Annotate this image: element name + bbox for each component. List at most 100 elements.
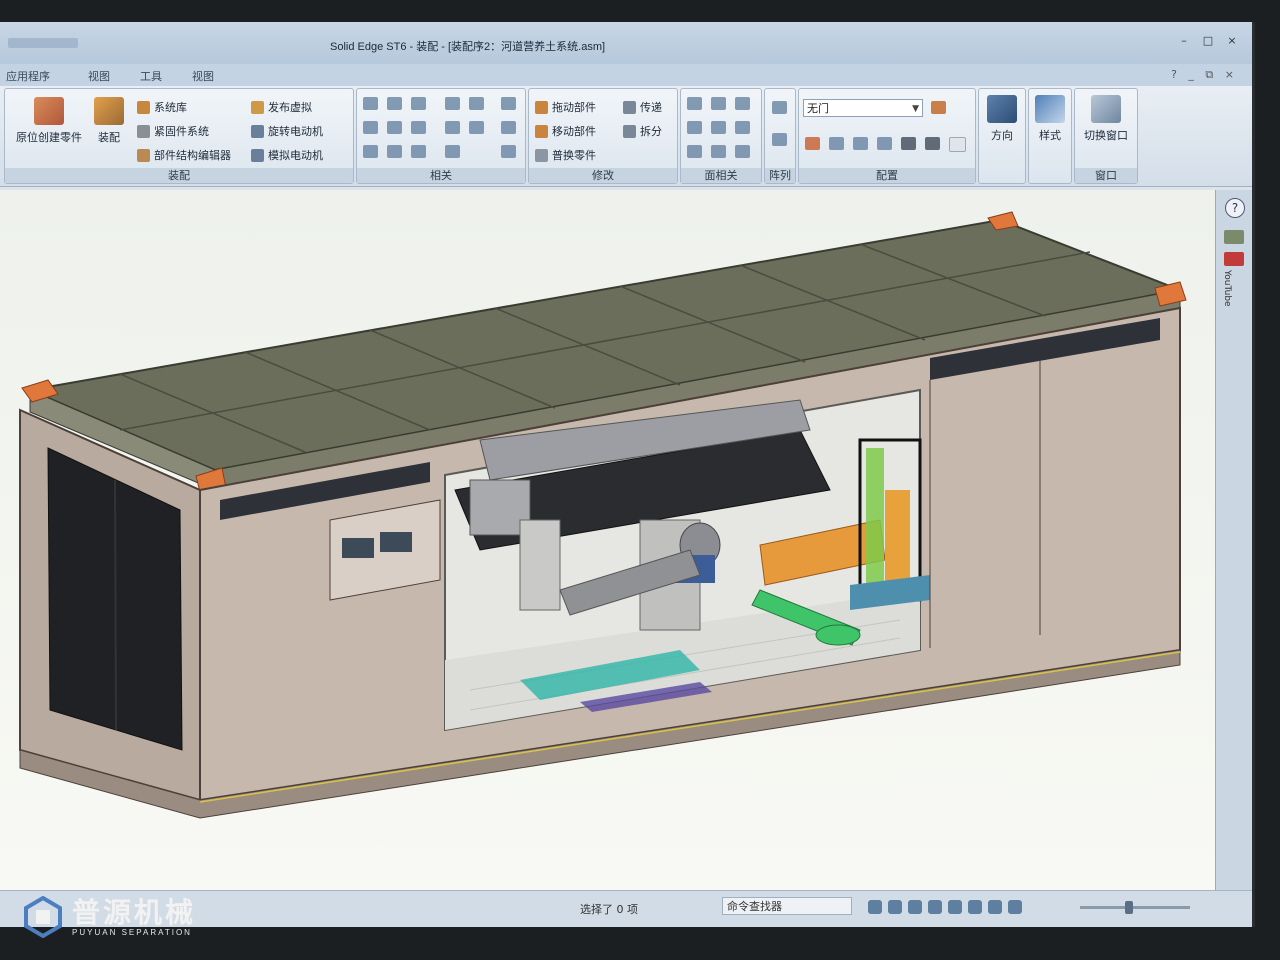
disperse-button[interactable]: 拆分 bbox=[623, 123, 662, 139]
face-tangent-icon[interactable] bbox=[711, 121, 726, 134]
face-rigid-icon[interactable] bbox=[735, 145, 750, 158]
tangent-icon[interactable] bbox=[363, 121, 378, 134]
screen: Solid Edge ST6 - 装配 - [装配序2：河道营养土系统.asm]… bbox=[0, 22, 1255, 927]
rotary-motor-icon bbox=[251, 124, 264, 138]
rigid-set-icon[interactable] bbox=[387, 145, 402, 158]
show-all-icon[interactable] bbox=[805, 137, 820, 150]
connect-icon[interactable] bbox=[469, 97, 484, 110]
orient-button[interactable]: 方向 bbox=[981, 95, 1023, 143]
library-icon[interactable] bbox=[1224, 230, 1244, 244]
group-style: 样式 bbox=[1028, 88, 1072, 184]
ribbon-tabs: 应用程序 视图 工具 视图 ? _ ⧉ × bbox=[0, 64, 1252, 86]
simulate-motor-button[interactable]: 模拟电动机 bbox=[251, 147, 323, 163]
structure-editor-button[interactable]: 部件结构编辑器 bbox=[137, 147, 231, 163]
path-icon[interactable] bbox=[411, 145, 426, 158]
replace-part-button[interactable]: 普换零件 bbox=[535, 147, 596, 163]
face-offset-icon[interactable] bbox=[687, 97, 702, 110]
center-plane-icon[interactable] bbox=[363, 145, 378, 158]
group-label: 修改 bbox=[529, 168, 677, 183]
planar-align-icon[interactable] bbox=[387, 97, 402, 110]
show-hidden-icon[interactable] bbox=[901, 137, 916, 150]
perpendicular-icon[interactable] bbox=[687, 145, 702, 158]
right-dock-panel: ? YouTube bbox=[1215, 190, 1252, 890]
tab-tools[interactable]: 工具 bbox=[140, 68, 162, 84]
rotate-icon[interactable] bbox=[868, 900, 882, 914]
angle-icon[interactable] bbox=[501, 97, 516, 110]
zoom-area-icon[interactable] bbox=[888, 900, 902, 914]
rotary-motor-button[interactable]: 旋转电动机 bbox=[251, 123, 323, 139]
publish-virtual-icon bbox=[251, 100, 264, 114]
parallel-icon[interactable] bbox=[411, 121, 426, 134]
assemble-button[interactable]: 装配 bbox=[89, 97, 129, 145]
cam-icon[interactable] bbox=[387, 121, 402, 134]
close-button[interactable]: × bbox=[1224, 34, 1240, 48]
minimize-button[interactable]: – bbox=[1176, 34, 1192, 48]
title-bar: Solid Edge ST6 - 装配 - [装配序2：河道营养土系统.asm]… bbox=[0, 22, 1252, 64]
style-button[interactable]: 样式 bbox=[1030, 95, 1070, 143]
configuration-select[interactable]: 无门 ▼ bbox=[803, 99, 923, 117]
publish-virtual-button[interactable]: 发布虚拟 bbox=[251, 99, 312, 115]
fit-icon[interactable] bbox=[928, 900, 942, 914]
toggle-visibility-icon[interactable] bbox=[925, 137, 940, 150]
face-parallel-icon[interactable] bbox=[687, 121, 702, 134]
mirror-component-icon[interactable] bbox=[772, 133, 787, 146]
quick-access-toolbar[interactable] bbox=[8, 38, 78, 48]
fastener-icon bbox=[137, 124, 150, 138]
maximize-button[interactable]: □ bbox=[1200, 34, 1216, 48]
pan-icon[interactable] bbox=[948, 900, 962, 914]
group-orient: 方向 bbox=[978, 88, 1026, 184]
create-in-place-button[interactable]: 原位创建零件 bbox=[9, 97, 89, 145]
shaded-view-icon[interactable] bbox=[988, 900, 1002, 914]
symmetric-icon[interactable] bbox=[735, 97, 750, 110]
tab-application[interactable]: 应用程序 bbox=[6, 68, 50, 84]
youtube-icon[interactable] bbox=[1224, 252, 1244, 266]
group-label: 面相关 bbox=[681, 168, 761, 183]
ribbon-window-controls[interactable]: ? _ ⧉ × bbox=[1171, 68, 1238, 82]
brand-name-en: PUYUAN SEPARATION bbox=[72, 927, 192, 937]
insert-icon[interactable] bbox=[445, 97, 460, 110]
move-component-button[interactable]: 移动部件 bbox=[535, 123, 596, 139]
concentric-icon[interactable] bbox=[711, 97, 726, 110]
match-coordinate-icon[interactable] bbox=[469, 121, 484, 134]
face-angle-icon[interactable] bbox=[711, 145, 726, 158]
fastener-system-button[interactable]: 紧固件系统 bbox=[137, 123, 209, 139]
tab-view[interactable]: 视图 bbox=[192, 68, 214, 84]
display-configuration-icon[interactable] bbox=[931, 101, 946, 114]
pattern-icon[interactable] bbox=[772, 101, 787, 114]
tab-home[interactable]: 视图 bbox=[88, 68, 110, 84]
group-pattern: 阵列 bbox=[764, 88, 796, 184]
axial-align-icon[interactable] bbox=[411, 97, 426, 110]
transfer-button[interactable]: 传递 bbox=[623, 99, 662, 115]
view-orientation-icon[interactable] bbox=[1008, 900, 1022, 914]
flip-icon[interactable] bbox=[445, 145, 460, 158]
mate-icon[interactable] bbox=[363, 97, 378, 110]
group-label: 阵列 bbox=[765, 168, 795, 183]
zoom-slider[interactable] bbox=[1080, 901, 1190, 914]
group-modify: 拖动部件 移动部件 普换零件 传递 拆分 修改 bbox=[528, 88, 678, 184]
show-only-icon[interactable] bbox=[829, 137, 844, 150]
graphics-viewport[interactable] bbox=[0, 190, 1215, 890]
system-library-button[interactable]: 系统库 bbox=[137, 99, 187, 115]
relation-assistant-icon[interactable] bbox=[501, 145, 516, 158]
switch-window-icon bbox=[1091, 95, 1121, 123]
youtube-tab[interactable]: YouTube bbox=[1222, 270, 1232, 307]
brand-name-cn: 普源机械 bbox=[72, 895, 197, 929]
group-face-relations: 面相关 bbox=[680, 88, 762, 184]
switch-window-button[interactable]: 切换窗口 bbox=[1076, 95, 1136, 143]
drag-component-button[interactable]: 拖动部件 bbox=[535, 99, 596, 115]
zoom-icon[interactable] bbox=[908, 900, 922, 914]
gear-icon[interactable] bbox=[445, 121, 460, 134]
hide-icon[interactable] bbox=[853, 137, 868, 150]
spin-icon[interactable] bbox=[968, 900, 982, 914]
help-icon[interactable]: ? bbox=[1225, 198, 1245, 218]
transfer-icon bbox=[623, 100, 636, 114]
selection-count: 选择了 0 项 bbox=[580, 903, 638, 916]
face-align-icon[interactable] bbox=[735, 121, 750, 134]
hide-previous-icon[interactable] bbox=[877, 137, 892, 150]
box-select-icon[interactable] bbox=[949, 137, 966, 152]
group-label: 装配 bbox=[5, 168, 353, 183]
window-controls: – □ × bbox=[1176, 34, 1240, 48]
command-finder-input[interactable]: 命令查找器 bbox=[722, 897, 852, 915]
zoom-slider-thumb[interactable] bbox=[1125, 901, 1133, 914]
ground-icon[interactable] bbox=[501, 121, 516, 134]
